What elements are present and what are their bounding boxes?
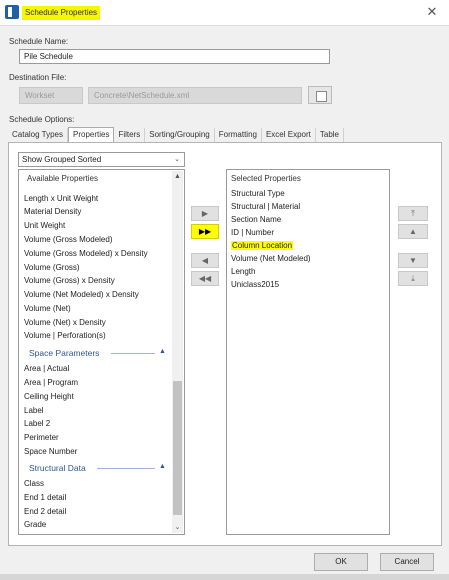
selected-properties-list[interactable]: Selected Properties Structural Type Stru… (226, 169, 390, 535)
group-divider (111, 353, 155, 354)
list-item[interactable]: Length (231, 267, 255, 276)
list-item-highlighted[interactable]: Column Location (231, 241, 294, 250)
list-item[interactable]: Volume | Perforation(s) (24, 331, 106, 340)
list-item[interactable]: Structural Type (231, 189, 285, 198)
list-item[interactable]: Volume (Net Modeled) x Density (24, 290, 139, 299)
app-icon (5, 5, 19, 19)
list-item[interactable]: Grade (24, 520, 46, 529)
tab-table[interactable]: Table (316, 128, 344, 142)
property-filter-dropdown[interactable]: Show Grouped Sorted ⌄ (18, 152, 185, 167)
list-item[interactable]: Volume (Net Modeled) (231, 254, 311, 263)
schedule-name-label: Schedule Name: (9, 37, 69, 46)
list-item[interactable]: End 2 detail (24, 507, 66, 516)
destination-file-label: Destination File: (9, 73, 67, 82)
list-item[interactable]: ID | Number (231, 228, 274, 237)
list-item[interactable]: Volume (Net) (24, 304, 71, 313)
list-item[interactable]: Unit Weight (24, 221, 65, 230)
list-item[interactable]: Perimeter (24, 433, 59, 442)
list-item[interactable]: Volume (Gross Modeled) x Density (24, 249, 148, 258)
window-title: Schedule Properties (22, 6, 101, 20)
list-item[interactable]: Uniclass2015 (231, 280, 279, 289)
list-item[interactable]: Label (24, 406, 44, 415)
list-item[interactable]: Label 2 (24, 419, 50, 428)
tab-sorting-grouping[interactable]: Sorting/Grouping (145, 128, 215, 142)
list-item[interactable]: Length x Unit Weight (24, 194, 98, 203)
browse-file-button[interactable] (308, 86, 332, 104)
tab-excel-export[interactable]: Excel Export (262, 128, 316, 142)
collapse-icon[interactable]: ▲ (159, 348, 166, 355)
list-item[interactable]: Ceiling Height (24, 392, 74, 401)
remove-all-properties-button[interactable]: ◀◀ (191, 271, 219, 286)
list-item[interactable]: Structural | Material (231, 202, 300, 211)
list-item[interactable]: Class (24, 479, 44, 488)
tab-strip: Catalog Types Properties Filters Sorting… (8, 127, 344, 142)
title-bar: Schedule Properties ✕ (0, 0, 449, 26)
group-header-structural-data[interactable]: Structural Data (29, 463, 86, 473)
available-properties-header: Available Properties (27, 174, 99, 183)
list-item[interactable]: Material Density (24, 207, 81, 216)
move-bottom-button[interactable]: ⤓ (398, 271, 428, 286)
available-list-scrollbar[interactable]: ▲ ⌄ (172, 171, 183, 533)
tab-catalog-types[interactable]: Catalog Types (8, 128, 68, 142)
tab-properties[interactable]: Properties (68, 127, 115, 142)
background-strip (0, 574, 449, 580)
move-up-button[interactable]: ▲ (398, 224, 428, 239)
close-button[interactable]: ✕ (421, 3, 443, 21)
group-divider (97, 468, 155, 469)
list-item[interactable]: Volume (Gross) x Density (24, 276, 115, 285)
schedule-name-input[interactable]: Pile Schedule (19, 49, 330, 64)
group-header-space-parameters[interactable]: Space Parameters (29, 348, 99, 358)
list-item[interactable]: Area | Program (24, 378, 78, 387)
move-top-button[interactable]: ⤒ (398, 206, 428, 221)
list-item[interactable]: End 1 detail (24, 493, 66, 502)
collapse-icon[interactable]: ▲ (159, 463, 166, 470)
list-item[interactable]: Section Name (231, 215, 281, 224)
cancel-button[interactable]: Cancel (380, 553, 434, 571)
chevron-down-icon: ⌄ (174, 156, 180, 163)
list-item[interactable]: Volume (Net) x Density (24, 318, 106, 327)
dropdown-value: Show Grouped Sorted (22, 155, 102, 164)
list-item[interactable]: Space Number (24, 447, 77, 456)
schedule-options-label: Schedule Options: (9, 115, 75, 124)
destination-path-field: Concrete\NetSchedule.xml (88, 87, 302, 104)
scroll-up-icon[interactable]: ▲ (172, 171, 183, 182)
list-item[interactable]: Volume (Gross Modeled) (24, 235, 112, 244)
remove-property-button[interactable]: ◀ (191, 253, 219, 268)
scroll-down-icon[interactable]: ⌄ (172, 522, 183, 533)
tab-formatting[interactable]: Formatting (215, 128, 262, 142)
tab-filters[interactable]: Filters (114, 128, 146, 142)
add-all-properties-button[interactable]: ▶▶ (191, 224, 219, 239)
ok-button[interactable]: OK (314, 553, 368, 571)
selected-properties-header: Selected Properties (231, 174, 301, 183)
workset-field: Workset (19, 87, 83, 104)
list-item[interactable]: Area | Actual (24, 364, 69, 373)
add-property-button[interactable]: ▶ (191, 206, 219, 221)
list-item[interactable]: Volume (Gross) (24, 263, 80, 272)
move-down-button[interactable]: ▼ (398, 253, 428, 268)
available-properties-list[interactable]: Available Properties Length x Unit Weigh… (18, 169, 185, 535)
scroll-thumb[interactable] (173, 381, 182, 515)
